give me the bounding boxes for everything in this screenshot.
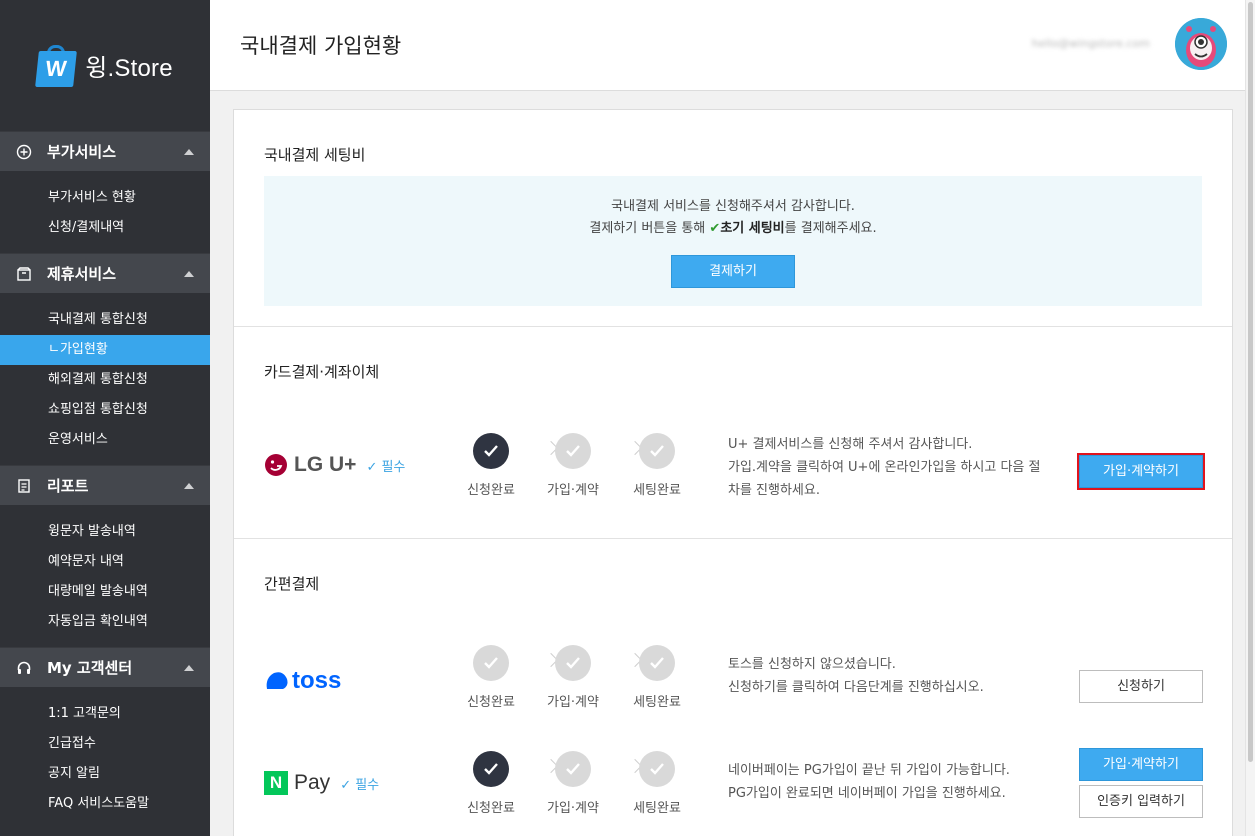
sidebar-item-reserved-sms[interactable]: 예약문자 내역 — [0, 547, 210, 577]
plus-circle-icon — [15, 143, 33, 161]
sidebar-item-bulk-mail[interactable]: 대량메일 발송내역 — [0, 577, 210, 607]
collapse-arrow-icon[interactable] — [184, 270, 194, 277]
naver-logo-icon: N — [264, 771, 288, 795]
step-setting: 세팅완료 — [622, 751, 692, 816]
required-badge: ✓ 필수 — [366, 459, 406, 475]
top-header: 국내결제 가입현황 hello@wingstore.com — [210, 0, 1255, 91]
sidebar-item-sms-history[interactable]: 윙문자 발송내역 — [0, 517, 210, 547]
sidebar-item-overseas-apply[interactable]: 해외결제 통합신청 — [0, 365, 210, 395]
menu-section-partner: 제휴서비스 국내결제 통합신청 ㄴ가입현황 해외결제 통합신청 쇼핑입점 통합신… — [0, 253, 210, 465]
npay-brand: N Pay ✓ 필수 — [264, 771, 379, 795]
step-apply: 신청완료 — [456, 645, 526, 710]
section-title-setting: 국내결제 세팅비 — [264, 146, 366, 164]
collapse-arrow-icon[interactable] — [184, 148, 194, 155]
lgu-description: U+ 결제서비스를 신청해 주셔서 감사합니다. 가입.계약을 클릭하여 U+에… — [728, 437, 1041, 498]
npay-contract-button[interactable]: 가입·계약하기 — [1079, 748, 1203, 781]
collapse-arrow-icon[interactable] — [184, 482, 194, 489]
menu-header-addon[interactable]: 부가서비스 — [0, 131, 210, 171]
toss-brand: toss — [264, 667, 341, 695]
step-pending-check-icon — [639, 433, 675, 469]
logo[interactable]: W 윙.Store — [0, 0, 210, 131]
lgu-name: LG U+ — [294, 453, 357, 476]
check-icon: ✔ — [709, 221, 721, 236]
menu-section-report: 리포트 윙문자 발송내역 예약문자 내역 대량메일 발송내역 자동입금 확인내역 — [0, 465, 210, 647]
scrollbar[interactable] — [1245, 0, 1255, 836]
sidebar-item-notice[interactable]: 공지 알림 — [0, 759, 210, 789]
toss-apply-button[interactable]: 신청하기 — [1079, 670, 1203, 703]
step-apply: 신청완료 — [456, 751, 526, 816]
provider-row-toss: toss 신청완료 가입·계약 세팅완료 토스를 신청하지 않으셨습니다. 신청… — [234, 645, 1232, 725]
step-apply: 신청완료 — [456, 433, 526, 498]
required-badge: ✓ 필수 — [340, 777, 380, 793]
step-pending-check-icon — [555, 751, 591, 787]
lgu-contract-button[interactable]: 가입·계약하기 — [1077, 453, 1205, 490]
report-icon — [15, 477, 33, 495]
box-icon — [15, 265, 33, 283]
lgu-brand: LG U+ ✓ 필수 — [264, 453, 405, 477]
step-contract: 가입·계약 — [538, 751, 608, 816]
card-transfer-section: 카드결제·계좌이체 LG U+ ✓ 필수 신청완료 가입·계약 세팅완료 U+ … — [234, 327, 1232, 539]
notice-line-1: 국내결제 서비스를 신청해주셔서 감사합니다. — [611, 199, 855, 214]
sidebar-item-join-status[interactable]: ㄴ가입현황 — [0, 335, 210, 365]
step-pending-check-icon — [555, 433, 591, 469]
section-title-simple: 간편결제 — [264, 575, 320, 593]
menu-section-support: My 고객센터 1:1 고객문의 긴급접수 공지 알림 FAQ 서비스도움말 — [0, 647, 210, 829]
step-contract: 가입·계약 — [538, 433, 608, 498]
notice-line-2: 결제하기 버튼을 통해 ✔초기 세팅비를 결제해주세요. — [589, 221, 877, 236]
step-setting: 세팅완료 — [622, 645, 692, 710]
npay-description: 네이버페이는 PG가입이 끝난 뒤 가입이 가능합니다. PG가입이 완료되면 … — [728, 763, 1010, 801]
lgu-logo-icon — [265, 454, 287, 476]
step-setting: 세팅완료 — [622, 433, 692, 498]
sidebar: W 윙.Store 부가서비스 부가서비스 현황 신청/결제내역 제휴서비스 국… — [0, 0, 210, 836]
page-title: 국내결제 가입현황 — [240, 34, 402, 58]
step-done-check-icon — [473, 751, 509, 787]
toss-description: 토스를 신청하지 않으셨습니다. 신청하기를 클릭하여 다음단계를 진행하십시오… — [728, 657, 984, 695]
step-pending-check-icon — [639, 751, 675, 787]
provider-row-npay: N Pay ✓ 필수 신청완료 가입·계약 세팅완료 네이버페이는 PG가입이 … — [234, 748, 1232, 831]
sidebar-item-shopping-apply[interactable]: 쇼핑입점 통합신청 — [0, 395, 210, 425]
step-pending-check-icon — [555, 645, 591, 681]
toss-name: toss — [292, 667, 342, 694]
user-email: hello@wingstore.com — [1031, 37, 1150, 50]
scrollbar-thumb[interactable] — [1248, 2, 1253, 762]
lgu-steps: 신청완료 가입·계약 세팅완료 — [456, 433, 696, 513]
setting-notice-box: 국내결제 서비스를 신청해주셔서 감사합니다. 결제하기 버튼을 통해 ✔초기 … — [264, 176, 1202, 306]
provider-row-lgu: LG U+ ✓ 필수 신청완료 가입·계약 세팅완료 U+ 결제서비스를 신청해… — [234, 433, 1232, 513]
step-done-check-icon — [473, 433, 509, 469]
menu-header-report[interactable]: 리포트 — [0, 465, 210, 505]
shopping-bag-icon: W — [35, 44, 78, 87]
setting-fee-section: 국내결제 세팅비 국내결제 서비스를 신청해주셔서 감사합니다. 결제하기 버튼… — [234, 110, 1232, 327]
step-pending-check-icon — [639, 645, 675, 681]
simple-payment-section: 간편결제 toss 신청완료 가입·계약 세팅완료 토스를 신청하지 않으셨습니… — [234, 539, 1232, 836]
npay-auth-key-button[interactable]: 인증키 입력하기 — [1079, 785, 1203, 818]
npay-name: Pay — [294, 771, 331, 794]
sidebar-item-inquiry[interactable]: 1:1 고객문의 — [0, 699, 210, 729]
toss-steps: 신청완료 가입·계약 세팅완료 — [456, 645, 696, 725]
logo-text: 윙.Store — [85, 55, 173, 82]
pay-button[interactable]: 결제하기 — [671, 255, 795, 288]
toss-logo-icon — [266, 672, 288, 689]
avatar[interactable] — [1175, 18, 1227, 70]
menu-header-partner[interactable]: 제휴서비스 — [0, 253, 210, 293]
sidebar-item-auto-deposit[interactable]: 자동입금 확인내역 — [0, 607, 210, 637]
menu-section-addon: 부가서비스 부가서비스 현황 신청/결제내역 — [0, 131, 210, 253]
sidebar-item-addon-status[interactable]: 부가서비스 현황 — [0, 183, 210, 213]
section-title-card: 카드결제·계좌이체 — [264, 363, 380, 381]
headset-icon — [15, 659, 33, 677]
menu-header-support[interactable]: My 고객센터 — [0, 647, 210, 687]
sidebar-item-domestic-apply[interactable]: 국내결제 통합신청 — [0, 305, 210, 335]
sidebar-item-urgent[interactable]: 긴급접수 — [0, 729, 210, 759]
sidebar-item-operation[interactable]: 운영서비스 — [0, 425, 210, 455]
sidebar-item-payment-history[interactable]: 신청/결제내역 — [0, 213, 210, 243]
main-card: 국내결제 세팅비 국내결제 서비스를 신청해주셔서 감사합니다. 결제하기 버튼… — [233, 109, 1233, 836]
step-pending-check-icon — [473, 645, 509, 681]
collapse-arrow-icon[interactable] — [184, 664, 194, 671]
npay-steps: 신청완료 가입·계약 세팅완료 — [456, 751, 696, 831]
sidebar-item-faq[interactable]: FAQ 서비스도움말 — [0, 789, 210, 819]
step-contract: 가입·계약 — [538, 645, 608, 710]
